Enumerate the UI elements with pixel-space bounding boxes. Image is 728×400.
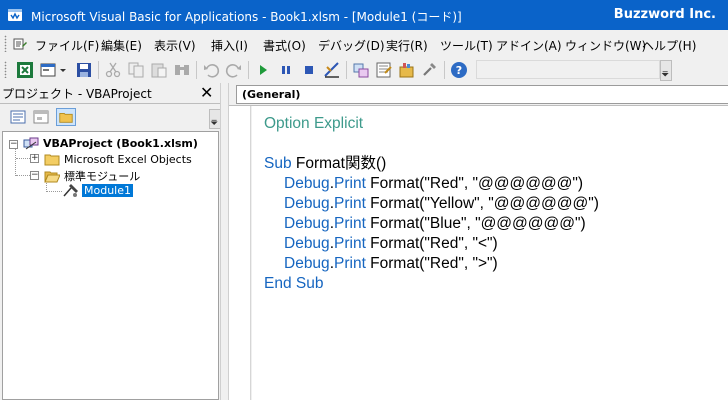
menu-addins[interactable]: アドイン(A)	[496, 37, 562, 54]
toolbar-overflow-button[interactable]	[660, 60, 672, 81]
code-keyword: Print	[334, 215, 366, 232]
code-keyword: Print	[334, 175, 366, 192]
code-keyword: Print	[334, 235, 366, 252]
code-text: Format("Red", "@@@@@@")	[365, 175, 584, 192]
cut-icon[interactable]	[104, 61, 122, 79]
tree-connector	[16, 158, 30, 159]
menu-format[interactable]: 書式(O)	[263, 37, 306, 54]
open-folder-icon	[44, 171, 60, 183]
tree-item-module1[interactable]: Module1	[82, 184, 133, 197]
code-line[interactable]: Debug.Print Format("Red", "@@@@@@")	[284, 174, 583, 194]
code-line[interactable]: Debug.Print Format("Red", "<")	[284, 234, 498, 254]
code-text: Format関数()	[291, 155, 387, 172]
code-text: Format("Yellow", "@@@@@@")	[365, 195, 599, 212]
copy-icon[interactable]	[127, 61, 145, 79]
menu-view[interactable]: 表示(V)	[154, 37, 196, 54]
object-browser-icon[interactable]	[398, 61, 416, 79]
project-explorer-icon[interactable]	[352, 61, 370, 79]
code-margin-indicator-bar[interactable]	[229, 106, 251, 400]
tree-item-excel-objects[interactable]: Microsoft Excel Objects	[64, 153, 192, 166]
menu-edit[interactable]: 編集(E)	[101, 37, 142, 54]
toolbox-icon[interactable]	[421, 61, 439, 79]
pane-splitter[interactable]	[220, 83, 229, 400]
toggle-folders-icon[interactable]	[56, 108, 76, 126]
object-dropdown-value: (General)	[242, 88, 301, 101]
toolbar-separator	[196, 61, 197, 79]
toolbar-grip[interactable]	[4, 61, 7, 78]
excel-view-icon[interactable]	[16, 61, 34, 79]
code-keyword: Print	[334, 195, 366, 212]
tree-connector	[47, 191, 62, 192]
toolbar-separator	[346, 61, 347, 79]
menubar-grip[interactable]	[4, 35, 7, 52]
project-pane-title: プロジェクト - VBAProject	[2, 87, 152, 101]
tree-expander-expand[interactable]: +	[30, 154, 39, 163]
redo-icon[interactable]	[225, 61, 243, 79]
menu-debug[interactable]: デバッグ(D)	[318, 37, 385, 54]
vbaproject-icon	[23, 137, 39, 150]
menu-help[interactable]: ヘルプ(H)	[642, 37, 696, 54]
toolbar-separator	[444, 61, 445, 79]
code-line[interactable]: Debug.Print Format("Blue", "@@@@@@")	[284, 214, 586, 234]
menu-file[interactable]: ファイル(F)	[35, 37, 99, 54]
tree-expander-collapse[interactable]: −	[30, 171, 39, 180]
properties-icon[interactable]	[375, 61, 393, 79]
tree-item-vbaproject[interactable]: VBAProject (Book1.xlsm)	[43, 137, 198, 150]
code-keyword: Debug	[284, 215, 330, 232]
toolbar-location-field	[476, 60, 660, 79]
window-title: Microsoft Visual Basic for Applications …	[31, 10, 462, 24]
module-icon[interactable]	[12, 36, 28, 52]
code-line[interactable]: End Sub	[264, 274, 323, 294]
code-keyword: Debug	[284, 195, 330, 212]
code-line[interactable]: Sub Format関数()	[264, 154, 386, 174]
code-keyword: Debug	[284, 235, 330, 252]
chevron-down-icon[interactable]	[58, 61, 68, 79]
close-icon[interactable]: ✕	[200, 85, 213, 101]
code-keyword: Sub	[264, 155, 292, 172]
tree-item-standard-modules[interactable]: 標準モジュール	[64, 168, 140, 184]
chevron-down-icon	[210, 119, 218, 126]
help-icon[interactable]: ?	[450, 61, 468, 79]
code-keyword: Print	[334, 255, 366, 272]
run-icon[interactable]	[254, 61, 272, 79]
toolbar-separator	[248, 61, 249, 79]
toolbar-overflow-icon	[661, 71, 669, 77]
code-text: Format("Red", ">")	[365, 255, 498, 272]
module-icon	[63, 184, 78, 197]
toolbar-separator	[98, 61, 99, 79]
code-line[interactable]: Option Explicit	[264, 114, 363, 134]
find-icon[interactable]	[173, 61, 191, 79]
object-dropdown[interactable]	[236, 85, 728, 104]
code-line[interactable]: Debug.Print Format("Red", ">")	[284, 254, 498, 274]
menu-run[interactable]: 実行(R)	[386, 37, 428, 54]
title-bar[interactable]: Microsoft Visual Basic for Applications …	[0, 0, 728, 30]
tree-expander-collapse[interactable]: −	[9, 140, 18, 149]
tree-connector	[16, 175, 30, 176]
vba-app-icon	[8, 9, 22, 21]
view-object-icon[interactable]	[31, 108, 51, 126]
svg-text:?: ?	[456, 64, 462, 77]
design-mode-icon[interactable]	[323, 61, 341, 79]
folder-icon	[44, 154, 60, 166]
tree-connector	[15, 149, 16, 176]
menu-insert[interactable]: 挿入(I)	[211, 37, 248, 54]
insert-userform-icon[interactable]	[40, 61, 58, 79]
undo-icon[interactable]	[202, 61, 220, 79]
paste-icon[interactable]	[150, 61, 168, 79]
code-text: Format("Red", "<")	[365, 235, 498, 252]
menu-tools[interactable]: ツール(T)	[440, 37, 493, 54]
code-line[interactable]: Debug.Print Format("Yellow", "@@@@@@")	[284, 194, 599, 214]
code-keyword: Debug	[284, 175, 330, 192]
view-code-icon[interactable]	[8, 108, 28, 126]
code-text: Format("Blue", "@@@@@@")	[365, 215, 586, 232]
menu-window[interactable]: ウィンドウ(W)	[565, 37, 646, 54]
brand-watermark: Buzzword Inc.	[613, 7, 716, 22]
save-icon[interactable]	[75, 61, 93, 79]
reset-icon[interactable]	[300, 61, 318, 79]
break-icon[interactable]	[277, 61, 295, 79]
code-keyword: Debug	[284, 255, 330, 272]
